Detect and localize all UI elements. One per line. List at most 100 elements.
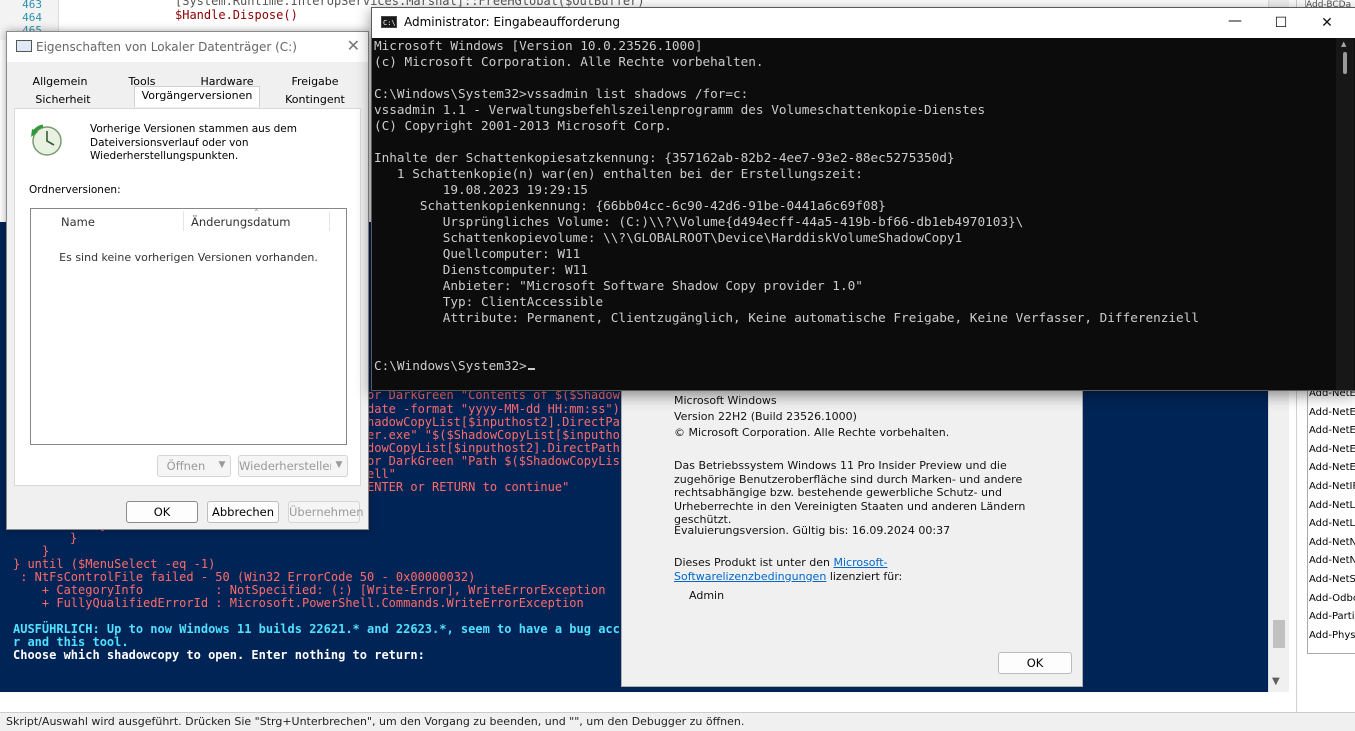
column-header-date[interactable]: Änderungsdatum	[191, 215, 290, 229]
column-divider	[329, 211, 330, 231]
prompt-line: Choose which shadowcopy to open. Enter n…	[13, 648, 425, 662]
window-title: Administrator: Eingabeaufforderung	[404, 15, 620, 29]
about-windows-dialog: Microsoft Windows Version 22H2 (Build 23…	[621, 385, 1083, 687]
folder-versions-label: Ordnerversionen:	[29, 184, 121, 196]
info-text: Vorherige Versionen stammen aus dem Date…	[90, 123, 297, 162]
restore-button[interactable]: Wiederherstellen	[238, 455, 337, 477]
cmd-titlebar[interactable]: C:\ Administrator: Eingabeaufforderung —…	[372, 8, 1355, 38]
versions-list[interactable]: Name ⌃ Änderungsdatum Es sind keine vorh…	[30, 208, 347, 445]
terminal-line: 1 Schattenkopie(n) war(en) enthalten bei…	[374, 166, 863, 181]
terminal-line: (c) Microsoft Corporation. Alle Rechte v…	[374, 54, 764, 69]
close-button[interactable]: ✕	[1304, 10, 1350, 36]
tab-allgemein[interactable]: Allgemein	[21, 72, 99, 92]
drive-icon	[16, 40, 32, 52]
cmd-app-icon: C:\	[381, 16, 397, 28]
terminal-line: C:\Windows\System32>vssadmin list shadow…	[374, 86, 749, 101]
terminal-line: Attribute: Permanent, Clientzugänglich, …	[374, 310, 1199, 325]
console-brace: }	[42, 544, 50, 558]
console-line: er.exe" "$($ShadowCopyList[$inputho	[367, 428, 620, 442]
tab-freigabe[interactable]: Freigabe	[274, 72, 356, 92]
close-icon[interactable]: ✕	[347, 36, 360, 55]
terminal-line: Inhalte der Schattenkopiesatzkennung: {3…	[374, 150, 955, 165]
license-text: Dieses Produkt ist unter den Microsoft-S…	[674, 556, 904, 583]
command-list-item[interactable]: Add-NetE	[1308, 459, 1355, 478]
properties-dialog: Eigenschaften von Lokaler Datenträger (C…	[6, 31, 369, 530]
terminal-line: 19.08.2023 19:29:15	[374, 182, 588, 197]
apply-button[interactable]: Übernehmen	[288, 501, 364, 523]
prompt-text: C:\Windows\System32>	[374, 358, 527, 373]
empty-list-message: Es sind keine vorherigen Versionen vorha…	[59, 251, 318, 264]
previous-versions-panel: Vorherige Versionen stammen aus dem Date…	[14, 108, 361, 486]
terminal-line: (C) Copyright 2001-2013 Microsoft Corp.	[374, 118, 672, 133]
open-button[interactable]: Öffnen	[157, 455, 215, 477]
status-bar: Skript/Auswahl wird ausgeführt. Drücken …	[0, 712, 1355, 731]
command-list-item[interactable]: Add-NetN	[1308, 534, 1355, 553]
text-cursor	[527, 368, 535, 370]
tab-vorgaengerversionen[interactable]: Vorgängerversionen	[134, 86, 260, 107]
console-line: ell"	[367, 467, 396, 481]
command-list-item[interactable]: Add-NetS	[1308, 571, 1355, 590]
code-line[interactable]: $Handle.Dispose()	[175, 8, 298, 22]
command-list-item[interactable]: Add-NetIP	[1308, 478, 1355, 497]
terminal-prompt: C:\Windows\System32>	[374, 358, 535, 373]
licensed-user: Admin	[689, 589, 725, 602]
terminal-line: Dienstcomputer: W11	[374, 262, 588, 277]
terminal-line: Microsoft Windows [Version 10.0.23526.10…	[374, 38, 703, 53]
console-line: } until ($MenuSelect -eq -1)	[13, 557, 216, 571]
error-line: + FullyQualifiedErrorId : Microsoft.Powe…	[13, 596, 584, 610]
console-line: date -format "yyyy-MM-dd HH:mm:ss")	[367, 402, 620, 416]
commands-list[interactable]: Add-NetE Add-NetE Add-NetE Add-NetE Add-…	[1307, 384, 1355, 654]
maximize-button[interactable]: ☐	[1258, 10, 1304, 36]
scroll-up-arrow-icon[interactable]: ▲	[1341, 40, 1346, 48]
terminal-line: Ursprüngliches Volume: (C:)\\?\Volume{d4…	[374, 214, 1024, 229]
line-number: 463	[22, 0, 42, 11]
ok-button[interactable]: OK	[126, 501, 198, 523]
command-list-item[interactable]: Add-NetE	[1308, 422, 1355, 441]
console-line: or DarkGreen "Path $($ShadowCopyLis	[367, 454, 620, 468]
product-name: Microsoft Windows	[674, 394, 777, 407]
column-header-name[interactable]: Name	[61, 215, 95, 229]
console-line: ENTER or RETURN to continue"	[367, 480, 570, 494]
terminal-line: Schattenkopienkennung: {66bb04cc-6c90-42…	[374, 198, 886, 213]
tab-sicherheit[interactable]: Sicherheit	[21, 90, 105, 110]
ok-button[interactable]: OK	[998, 652, 1072, 674]
terminal-line: vssadmin 1.1 - Verwaltungsbefehlszeilenp…	[374, 102, 986, 117]
command-list-item[interactable]: Add-NetE	[1308, 441, 1355, 460]
cancel-button[interactable]: Abbrechen	[207, 501, 279, 523]
version-text: Version 22H2 (Build 23526.1000)	[674, 410, 857, 423]
description-text: Das Betriebssystem Windows 11 Pro Inside…	[674, 459, 1026, 526]
evaluation-text: Evaluierungsversion. Gültig bis: 16.09.2…	[674, 524, 951, 537]
console-line: dowCopyList[$inputhost2].DirectPath	[367, 441, 620, 455]
console-brace: }	[70, 531, 78, 545]
command-list-item[interactable]: Add-NetL	[1308, 497, 1355, 516]
restore-clock-icon	[31, 124, 62, 156]
command-list-item[interactable]: Add-NetE	[1308, 404, 1355, 423]
command-list-item[interactable]: Add-Phys	[1308, 627, 1355, 646]
error-line: : NtFsControlFile failed - 50 (Win32 Err…	[13, 570, 476, 584]
column-divider	[183, 211, 184, 231]
license-prefix: Dieses Produkt ist unter den	[674, 556, 830, 569]
chevron-down-icon[interactable]: ▼	[214, 455, 231, 477]
console-line: hadowCopyList[$inputhost2].DirectPa	[367, 415, 620, 429]
scroll-down-arrow-icon[interactable]: ▼	[1272, 676, 1280, 687]
license-suffix: lizenziert für:	[829, 569, 903, 583]
command-list-item[interactable]: Add-NetN	[1308, 552, 1355, 571]
cmd-scrollbar[interactable]: ▲	[1336, 38, 1354, 390]
scrollbar-thumb[interactable]	[1343, 52, 1347, 74]
scrollbar-thumb[interactable]	[1273, 620, 1285, 648]
command-prompt-window: C:\ Administrator: Eingabeaufforderung —…	[371, 7, 1355, 391]
terminal-line: Anbieter: "Microsoft Software Shadow Cop…	[374, 278, 863, 293]
command-list-item[interactable]: Add-NetL	[1308, 515, 1355, 534]
command-list-item[interactable]: Add-Odbc	[1308, 590, 1355, 609]
dialog-titlebar[interactable]: Eigenschaften von Lokaler Datenträger (C…	[7, 32, 368, 62]
command-list-item[interactable]: Add-Parti	[1308, 608, 1355, 627]
line-number: 464	[22, 11, 42, 24]
tab-kontingent[interactable]: Kontingent	[273, 90, 357, 110]
minimize-button[interactable]: —	[1212, 8, 1258, 34]
terminal-output[interactable]: Microsoft Windows [Version 10.0.23526.10…	[374, 38, 1330, 390]
chevron-down-icon[interactable]: ▼	[331, 455, 348, 477]
terminal-line: Typ: ClientAccessible	[374, 294, 604, 309]
terminal-line: Schattenkopievolume: \\?\GLOBALROOT\Devi…	[374, 230, 963, 245]
terminal-line: Quellcomputer: W11	[374, 246, 581, 261]
copyright-text: © Microsoft Corporation. Alle Rechte vor…	[674, 426, 950, 439]
